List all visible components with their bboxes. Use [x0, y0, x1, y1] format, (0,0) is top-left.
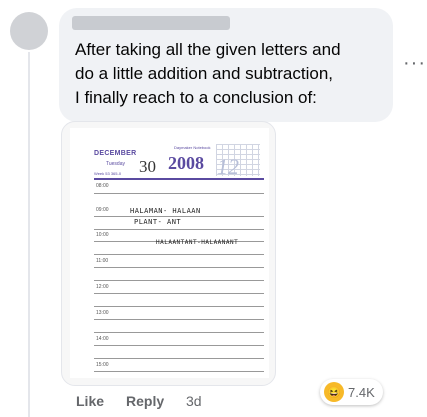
planner-line: [94, 306, 264, 307]
planner-weekday: Tuesday: [106, 161, 125, 167]
time-label: 13:00: [96, 310, 109, 316]
time-label: 08:00: [96, 183, 109, 189]
planner-line: [94, 216, 264, 217]
handwritten-line-2: PLANT- ANT: [134, 218, 182, 226]
planner-line: [94, 358, 264, 359]
handwritten-line-3: HALAANTANT-HALAANANT: [156, 239, 239, 246]
planner-header-rule: [94, 178, 264, 180]
haha-emoji-icon: 😆: [324, 382, 344, 402]
reply-thread-line: [28, 52, 30, 417]
time-label: 12:00: [96, 284, 109, 290]
reaction-count: 7.4K: [348, 384, 375, 400]
comment-text: After taking all the given letters and d…: [75, 40, 341, 107]
time-label: 09:00: [96, 207, 109, 213]
planner-month: DECEMBER: [94, 150, 137, 157]
reply-button[interactable]: Reply: [126, 393, 164, 409]
time-label: 15:00: [96, 362, 109, 368]
planner-line: [94, 345, 264, 346]
time-label: 11:00: [96, 258, 109, 264]
planner-line: [94, 332, 264, 333]
planner-year: 2008: [168, 153, 204, 173]
time-label: 10:00: [96, 232, 109, 238]
planner-line: [94, 267, 264, 268]
planner-line: [94, 229, 264, 230]
planner-line: [94, 371, 264, 372]
planner-day: 30: [139, 157, 156, 176]
comment-timestamp[interactable]: 3d: [186, 393, 202, 409]
commenter-avatar[interactable]: [10, 12, 48, 50]
like-button[interactable]: Like: [76, 393, 104, 409]
planner-brand: Daymaker Notebook: [174, 145, 211, 150]
commenter-name-redacted[interactable]: [72, 16, 230, 30]
planner-line: [94, 319, 264, 320]
more-options-icon[interactable]: ···: [403, 52, 426, 75]
planner-month-number: 12: [217, 154, 239, 179]
handwritten-line-1: HALAMAN- HALAAN: [130, 207, 201, 215]
planner-line: [94, 254, 264, 255]
reaction-summary[interactable]: 😆 7.4K: [320, 379, 383, 405]
comment-photo[interactable]: DECEMBER Tuesday Week 53 365-0 30 Daymak…: [61, 121, 276, 386]
planner-line: [94, 280, 264, 281]
planner-page: DECEMBER Tuesday Week 53 365-0 30 Daymak…: [70, 128, 269, 378]
planner-line: [94, 293, 264, 294]
planner-line: [94, 193, 264, 194]
time-label: 14:00: [96, 336, 109, 342]
planner-week-info: Week 53 365-0: [94, 171, 122, 176]
